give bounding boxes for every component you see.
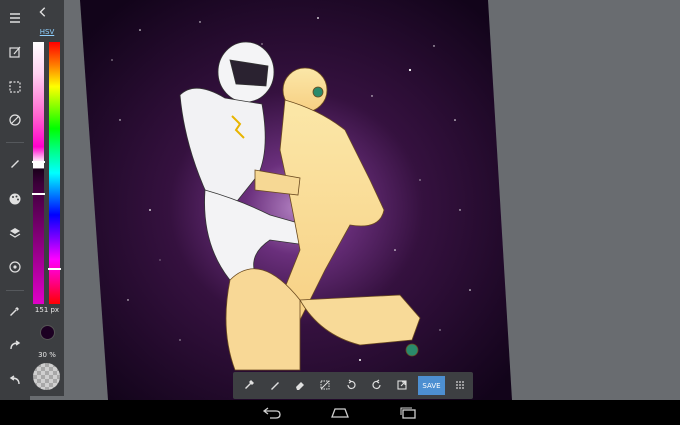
brush-icon[interactable]: [3, 151, 27, 175]
settings-icon[interactable]: [3, 255, 27, 279]
hue-slider[interactable]: [49, 42, 60, 304]
new-canvas-icon[interactable]: [3, 40, 27, 64]
eyedropper-icon[interactable]: [3, 299, 27, 323]
value-handle[interactable]: [32, 193, 45, 195]
eyedropper-icon[interactable]: [242, 377, 258, 393]
pencil-icon[interactable]: [267, 377, 283, 393]
open-icon[interactable]: [394, 377, 410, 393]
hue-handle[interactable]: [48, 268, 61, 270]
recents-icon[interactable]: [397, 405, 419, 420]
app-workspace: HSV 151 px 30 % SAVE: [0, 0, 680, 400]
system-nav-bar: [0, 400, 680, 425]
opacity-label: 30 %: [38, 351, 56, 359]
back-icon[interactable]: [261, 405, 283, 420]
saturation-slider[interactable]: [33, 42, 44, 304]
opacity-preview[interactable]: [33, 363, 60, 390]
toolbar-divider: [6, 290, 24, 291]
menu-icon[interactable]: [3, 6, 27, 30]
redo-icon[interactable]: [3, 333, 27, 357]
crop-icon[interactable]: [317, 377, 333, 393]
rotate-left-icon[interactable]: [343, 377, 359, 393]
left-toolbar: [0, 0, 30, 400]
rotate-right-icon[interactable]: [369, 377, 385, 393]
transform-icon[interactable]: [3, 108, 27, 132]
undo-icon[interactable]: [3, 368, 27, 392]
color-mode-toggle[interactable]: HSV: [30, 28, 64, 36]
current-color-swatch[interactable]: [40, 325, 55, 340]
brush-size-label: 151 px: [34, 306, 60, 314]
grid-icon[interactable]: [452, 377, 468, 393]
home-icon[interactable]: [329, 405, 351, 420]
drawing-canvas[interactable]: [0, 0, 680, 400]
bottom-toolbar: SAVE: [233, 372, 473, 399]
eraser-icon[interactable]: [292, 377, 308, 393]
palette-icon[interactable]: [3, 187, 27, 211]
layers-icon[interactable]: [3, 221, 27, 245]
save-button[interactable]: SAVE: [418, 376, 445, 395]
toolbar-divider: [6, 142, 24, 143]
select-icon[interactable]: [3, 75, 27, 99]
collapse-panel-icon[interactable]: [36, 5, 50, 19]
saturation-handle[interactable]: [32, 161, 45, 163]
